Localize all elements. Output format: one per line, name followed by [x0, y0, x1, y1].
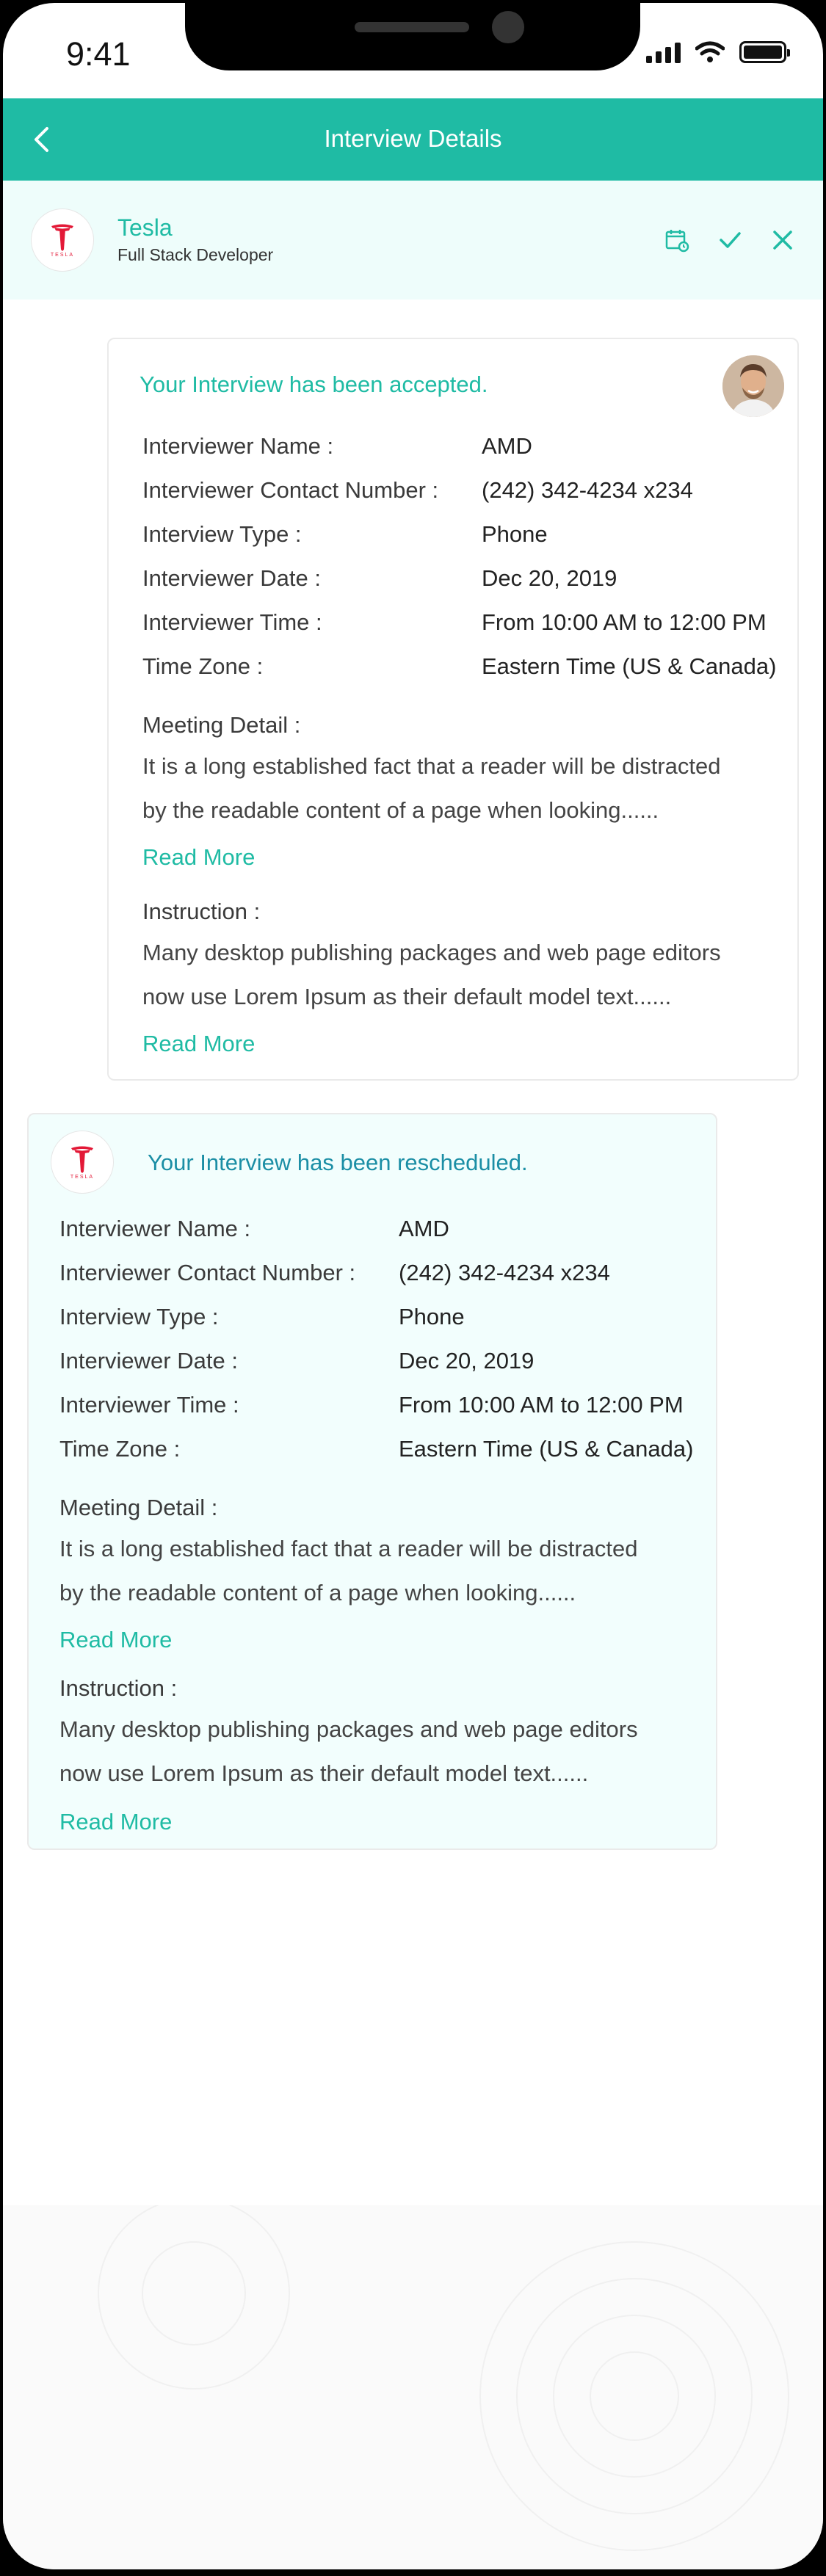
field-value: (242) 342-4234 x234 [399, 1260, 610, 1285]
notch [185, 3, 640, 70]
instruction-read-more-link[interactable]: Read More [142, 1031, 255, 1057]
instruction-line: now use Lorem Ipsum as their default mod… [59, 1760, 589, 1786]
meeting-detail-text: It is a long established fact that a rea… [142, 744, 721, 832]
speaker [355, 22, 469, 32]
signal-icon [646, 41, 681, 63]
header-bar: Interview Details [3, 98, 823, 181]
field-label: Interview Type : [142, 521, 302, 547]
meeting-read-more-link[interactable]: Read More [142, 844, 255, 871]
field-label: Time Zone : [59, 1436, 181, 1462]
instruction-text: Many desktop publishing packages and web… [142, 931, 721, 1019]
field-label: Interviewer Date : [142, 565, 321, 591]
camera [492, 11, 524, 43]
battery-icon [739, 41, 790, 63]
tesla-logo-icon: TESLA [51, 1131, 114, 1194]
field-value: Dec 20, 2019 [482, 565, 617, 591]
card-heading: Your Interview has been rescheduled. [148, 1150, 528, 1175]
interview-rescheduled-card: TESLA Your Interview has been reschedule… [27, 1113, 717, 1850]
tesla-logo-icon: TESLA [31, 208, 94, 272]
company-bar: TESLA Tesla Full Stack Developer [3, 181, 823, 300]
avatar [722, 355, 784, 417]
field-label: Interview Type : [59, 1304, 219, 1329]
company-logo-text: TESLA [70, 1174, 95, 1180]
meeting-detail-text: It is a long established fact that a rea… [59, 1527, 638, 1615]
field-value: Phone [399, 1304, 465, 1329]
action-icons [662, 225, 798, 255]
company-name: Tesla [117, 214, 173, 241]
company-logo-text: TESLA [50, 252, 75, 258]
meeting-read-more-link[interactable]: Read More [59, 1627, 172, 1653]
card-heading: Your Interview has been accepted. [140, 371, 488, 397]
field-label: Interviewer Contact Number : [59, 1260, 356, 1285]
field-value: (242) 342-4234 x234 [482, 477, 693, 503]
close-icon[interactable] [767, 225, 798, 255]
field-value: From 10:00 AM to 12:00 PM [399, 1392, 684, 1418]
background-pattern [3, 2197, 823, 2569]
meeting-detail-line: by the readable content of a page when l… [59, 1580, 576, 1606]
field-label: Interviewer Name : [59, 1216, 251, 1241]
field-label: Interviewer Time : [59, 1392, 239, 1418]
field-value: From 10:00 AM to 12:00 PM [482, 609, 767, 635]
field-label: Interviewer Name : [142, 433, 334, 459]
calendar-icon[interactable] [662, 225, 692, 255]
field-value: Phone [482, 521, 548, 547]
field-value: Eastern Time (US & Canada) [482, 653, 777, 679]
page-title: Interview Details [324, 125, 502, 152]
instruction-label: Instruction : [142, 899, 261, 924]
field-value: Eastern Time (US & Canada) [399, 1436, 694, 1462]
field-value: AMD [399, 1216, 449, 1241]
meeting-detail-line: It is a long established fact that a rea… [59, 1536, 638, 1561]
field-value: AMD [482, 433, 532, 459]
meeting-detail-label: Meeting Detail : [142, 712, 301, 738]
instruction-label: Instruction : [59, 1675, 178, 1701]
field-label: Interviewer Time : [142, 609, 322, 635]
status-time: 9:41 [66, 35, 131, 73]
field-label: Interviewer Contact Number : [142, 477, 439, 503]
instruction-line: Many desktop publishing packages and web… [142, 940, 721, 965]
meeting-detail-line: by the readable content of a page when l… [142, 797, 659, 823]
status-icons [646, 41, 790, 63]
company-role: Full Stack Developer [117, 245, 274, 264]
phone-screen: 9:41 Interview Details TESLA Tesla Full … [3, 3, 823, 2569]
instruction-line: Many desktop publishing packages and web… [59, 1716, 638, 1742]
interview-accepted-card: Your Interview has been accepted. Interv… [107, 338, 799, 1081]
check-icon[interactable] [714, 225, 745, 255]
field-value: Dec 20, 2019 [399, 1348, 535, 1374]
field-label: Interviewer Date : [59, 1348, 238, 1374]
instruction-line: now use Lorem Ipsum as their default mod… [142, 984, 672, 1009]
field-label: Time Zone : [142, 653, 264, 679]
meeting-detail-line: It is a long established fact that a rea… [142, 753, 721, 779]
wifi-icon [695, 41, 725, 62]
instruction-text: Many desktop publishing packages and web… [59, 1708, 638, 1796]
meeting-detail-label: Meeting Detail : [59, 1495, 218, 1520]
instruction-read-more-link[interactable]: Read More [59, 1809, 172, 1835]
